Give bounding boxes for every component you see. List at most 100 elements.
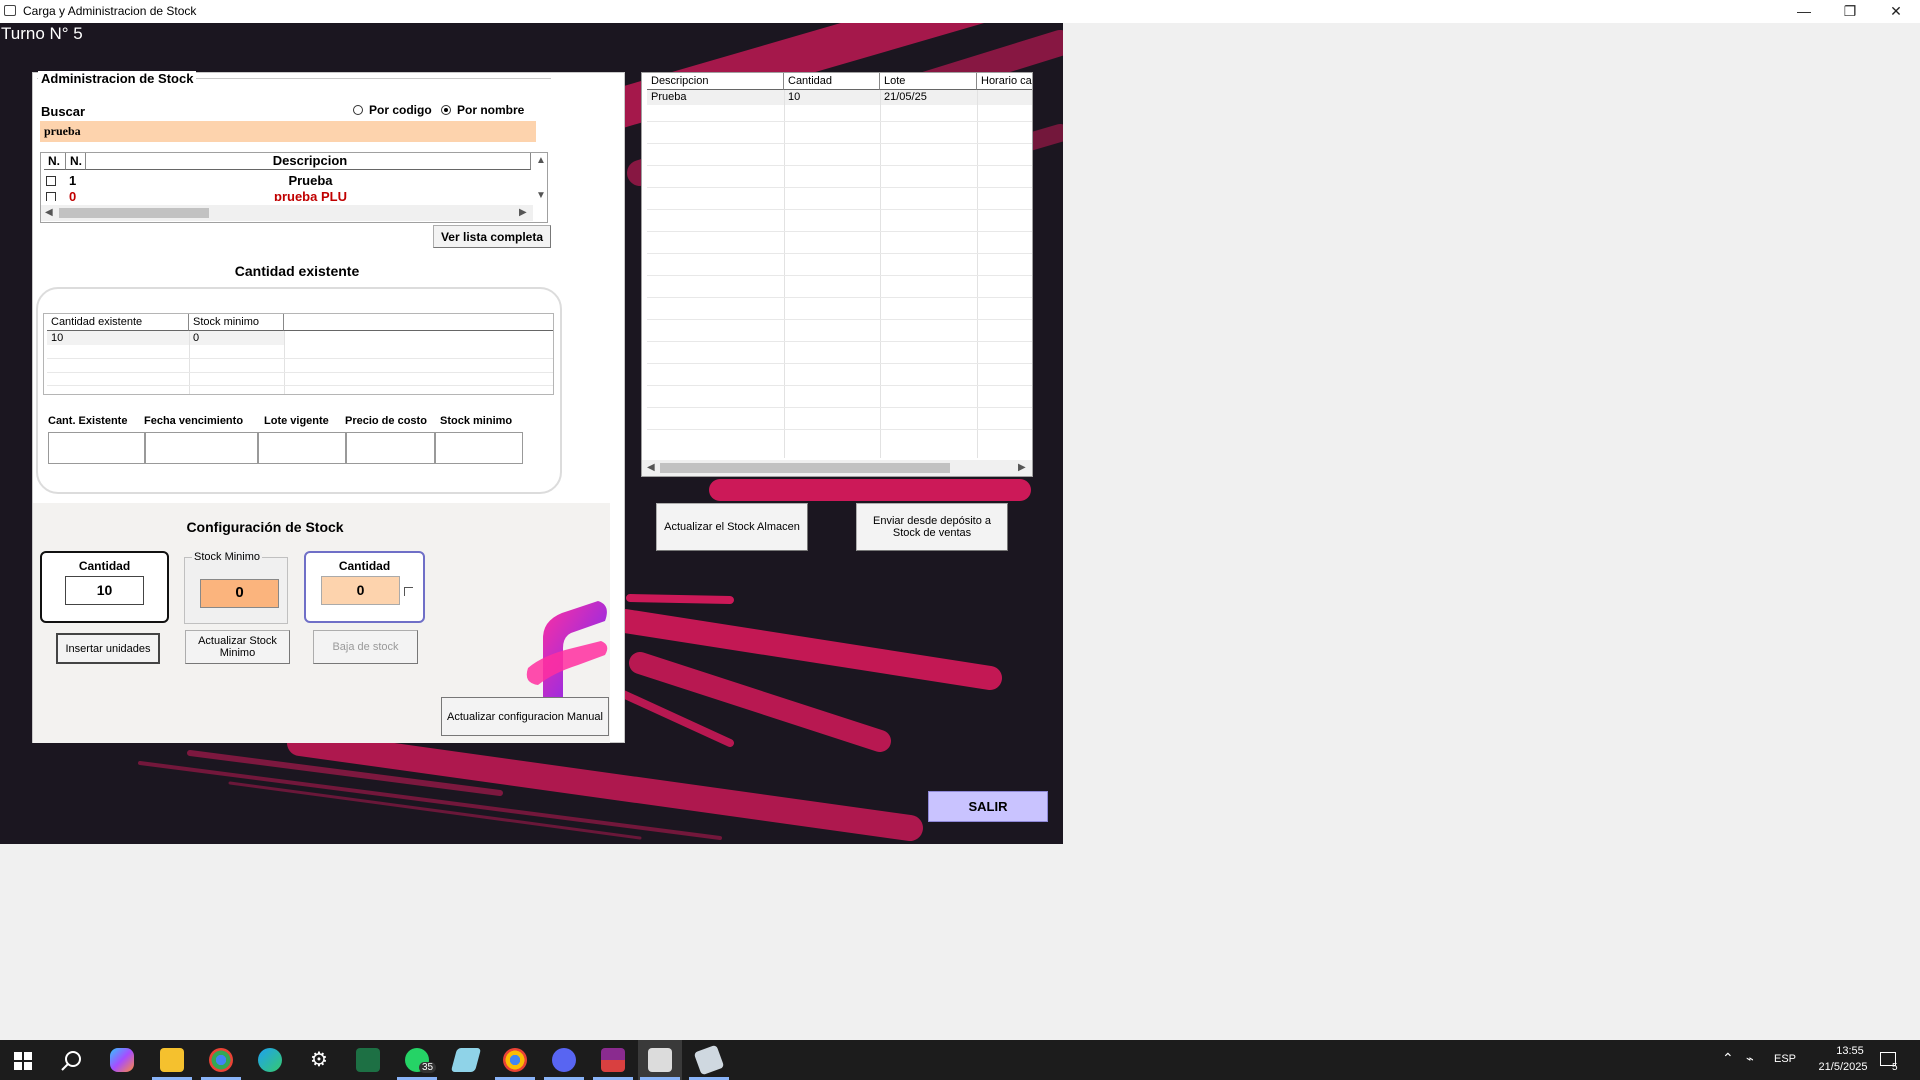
restore-button[interactable]: ❐	[1827, 0, 1873, 23]
field-label-fecha-vencimiento: Fecha vencimiento	[144, 415, 244, 427]
baja-de-stock-button[interactable]: Baja de stock	[313, 630, 418, 664]
edge-icon[interactable]	[258, 1048, 282, 1072]
existencia-cantidad-cell: 10	[51, 332, 64, 344]
grid-hline	[647, 143, 1032, 144]
almacen-hscrollbar[interactable]: ◀ ▶	[642, 460, 1032, 476]
grid-vline	[977, 90, 978, 458]
app-logo-icon	[526, 601, 608, 701]
almacen-header-cantidad: Cantidad	[784, 73, 880, 90]
ver-lista-completa-button[interactable]: Ver lista completa	[433, 225, 551, 248]
scroll-thumb[interactable]	[660, 463, 950, 473]
chrome-icon[interactable]	[503, 1048, 527, 1072]
precio-costo-input[interactable]	[346, 432, 435, 464]
file-explorer-icon[interactable]	[160, 1048, 184, 1072]
grid-hline	[47, 372, 553, 373]
insertar-unidades-button[interactable]: Insertar unidades	[56, 633, 160, 664]
radio-por-codigo[interactable]: Por codigo	[353, 103, 432, 117]
almacen-cell-descripcion[interactable]: Prueba	[647, 91, 686, 103]
notification-count: 5	[1892, 1062, 1898, 1073]
search-icon[interactable]	[61, 1050, 83, 1072]
excel-icon[interactable]	[356, 1048, 380, 1072]
buscar-label: Buscar	[41, 104, 86, 119]
admin-group-title: Administracion de Stock	[38, 71, 197, 86]
cant-existente-input[interactable]	[48, 432, 145, 464]
scroll-left-icon[interactable]: ◀	[647, 462, 655, 473]
grid-hline	[647, 297, 1032, 298]
almacen-row-bg	[647, 90, 1032, 105]
clock-time[interactable]: 13:55	[1822, 1045, 1878, 1057]
lote-vigente-input[interactable]	[258, 432, 346, 464]
row-checkbox[interactable]	[46, 192, 56, 201]
chrome-profile-icon[interactable]	[209, 1048, 233, 1072]
fecha-vencimiento-input[interactable]	[145, 432, 258, 464]
enviar-deposito-button[interactable]: Enviar desde depósito a Stock de ventas	[856, 503, 1008, 551]
scroll-down-icon[interactable]: ▼	[536, 190, 546, 201]
scroll-left-icon[interactable]: ◀	[45, 207, 53, 218]
existencia-row-bg	[47, 331, 284, 345]
cantidad-existente-title: Cantidad existente	[234, 263, 360, 279]
cantidad-insert-box: Cantidad 10	[40, 551, 169, 623]
row-checkbox[interactable]	[46, 176, 56, 186]
copilot-icon[interactable]	[110, 1048, 134, 1072]
taskbar: ⚙ 35 ⌃ ⌁ ESP 13:55 21/5/2025 5	[0, 1040, 1920, 1080]
admin-panel: Administracion de Stock Buscar Por codig…	[32, 71, 625, 743]
cantidad-insert-input[interactable]: 10	[65, 576, 144, 605]
window-titlebar: Carga y Administracion de Stock — ❐ ✕	[0, 0, 1920, 23]
grid-hline	[47, 385, 553, 386]
radio-label: Por codigo	[369, 103, 432, 117]
clock-date[interactable]: 21/5/2025	[1808, 1061, 1878, 1073]
grid-vline	[880, 90, 881, 458]
scroll-right-icon[interactable]: ▶	[519, 207, 527, 218]
grid-hline	[647, 341, 1032, 342]
grid-hline	[647, 429, 1032, 430]
windows-start-icon[interactable]	[14, 1052, 32, 1070]
app-icon	[4, 5, 16, 16]
search-input[interactable]: prueba	[40, 121, 536, 142]
stock-minimo-legend: Stock Minimo	[192, 551, 263, 563]
existencia-grid: Cantidad existente Stock minimo 10 0	[43, 313, 554, 395]
actualizar-stock-almacen-button[interactable]: Actualizar el Stock Almacen	[656, 503, 808, 551]
almacen-cell-cantidad[interactable]: 10	[784, 91, 800, 103]
grid-hline	[647, 407, 1032, 408]
grid-hline	[647, 275, 1032, 276]
close-button[interactable]: ✕	[1873, 0, 1919, 23]
scroll-right-icon[interactable]: ▶	[1018, 462, 1026, 473]
radio-por-nombre[interactable]: Por nombre	[441, 103, 524, 117]
discord-icon[interactable]	[552, 1048, 576, 1072]
paint-app-icon[interactable]	[693, 1044, 725, 1076]
grid-hline	[647, 209, 1032, 210]
stock-minimo-config-input[interactable]: 0	[200, 579, 279, 608]
radio-label: Por nombre	[457, 103, 525, 117]
stock-minimo-input[interactable]	[435, 432, 523, 464]
baja-cantidad-input[interactable]: 0	[321, 576, 400, 605]
actualizar-stock-minimo-button[interactable]: Actualizar Stock Minimo	[185, 630, 290, 664]
almacen-cell-lote[interactable]: 21/05/25	[880, 91, 927, 103]
scroll-up-icon[interactable]: ▲	[536, 155, 546, 166]
winrar-icon[interactable]	[601, 1048, 625, 1072]
grid-hline	[647, 319, 1032, 320]
window-title: Carga y Administracion de Stock	[23, 4, 197, 18]
actualizar-configuracion-manual-button[interactable]: Actualizar configuracion Manual	[441, 697, 609, 736]
language-indicator[interactable]: ESP	[1774, 1053, 1796, 1065]
whatsapp-badge: 35	[419, 1062, 437, 1073]
results-header-n1: N.	[44, 153, 66, 170]
result-row-partial: 0 prueba PLU	[41, 190, 533, 201]
scroll-thumb[interactable]	[59, 208, 209, 218]
result-row-descripcion[interactable]: Prueba	[86, 173, 531, 188]
grid-hline	[647, 231, 1032, 232]
field-label-cant-existente: Cant. Existente	[48, 415, 128, 427]
salir-button[interactable]: SALIR	[928, 791, 1048, 822]
radio-dot-selected	[441, 105, 451, 115]
stock-app-icon[interactable]	[648, 1048, 672, 1072]
notes-app-icon[interactable]	[450, 1048, 482, 1072]
baja-cantidad-box: Cantidad 0	[304, 551, 425, 623]
existencia-header-cantidad: Cantidad existente	[47, 314, 189, 331]
grid-hline	[47, 358, 553, 359]
results-hscrollbar[interactable]: ◀ ▶	[41, 205, 533, 221]
tray-chevron-up-icon[interactable]: ⌃	[1722, 1050, 1734, 1067]
result-row-descripcion[interactable]: prueba PLU	[86, 190, 531, 201]
minimize-button[interactable]: —	[1781, 0, 1827, 23]
settings-gear-icon[interactable]: ⚙	[307, 1048, 331, 1072]
checkbox-icon[interactable]	[404, 587, 413, 596]
network-icon[interactable]: ⌁	[1746, 1051, 1754, 1067]
